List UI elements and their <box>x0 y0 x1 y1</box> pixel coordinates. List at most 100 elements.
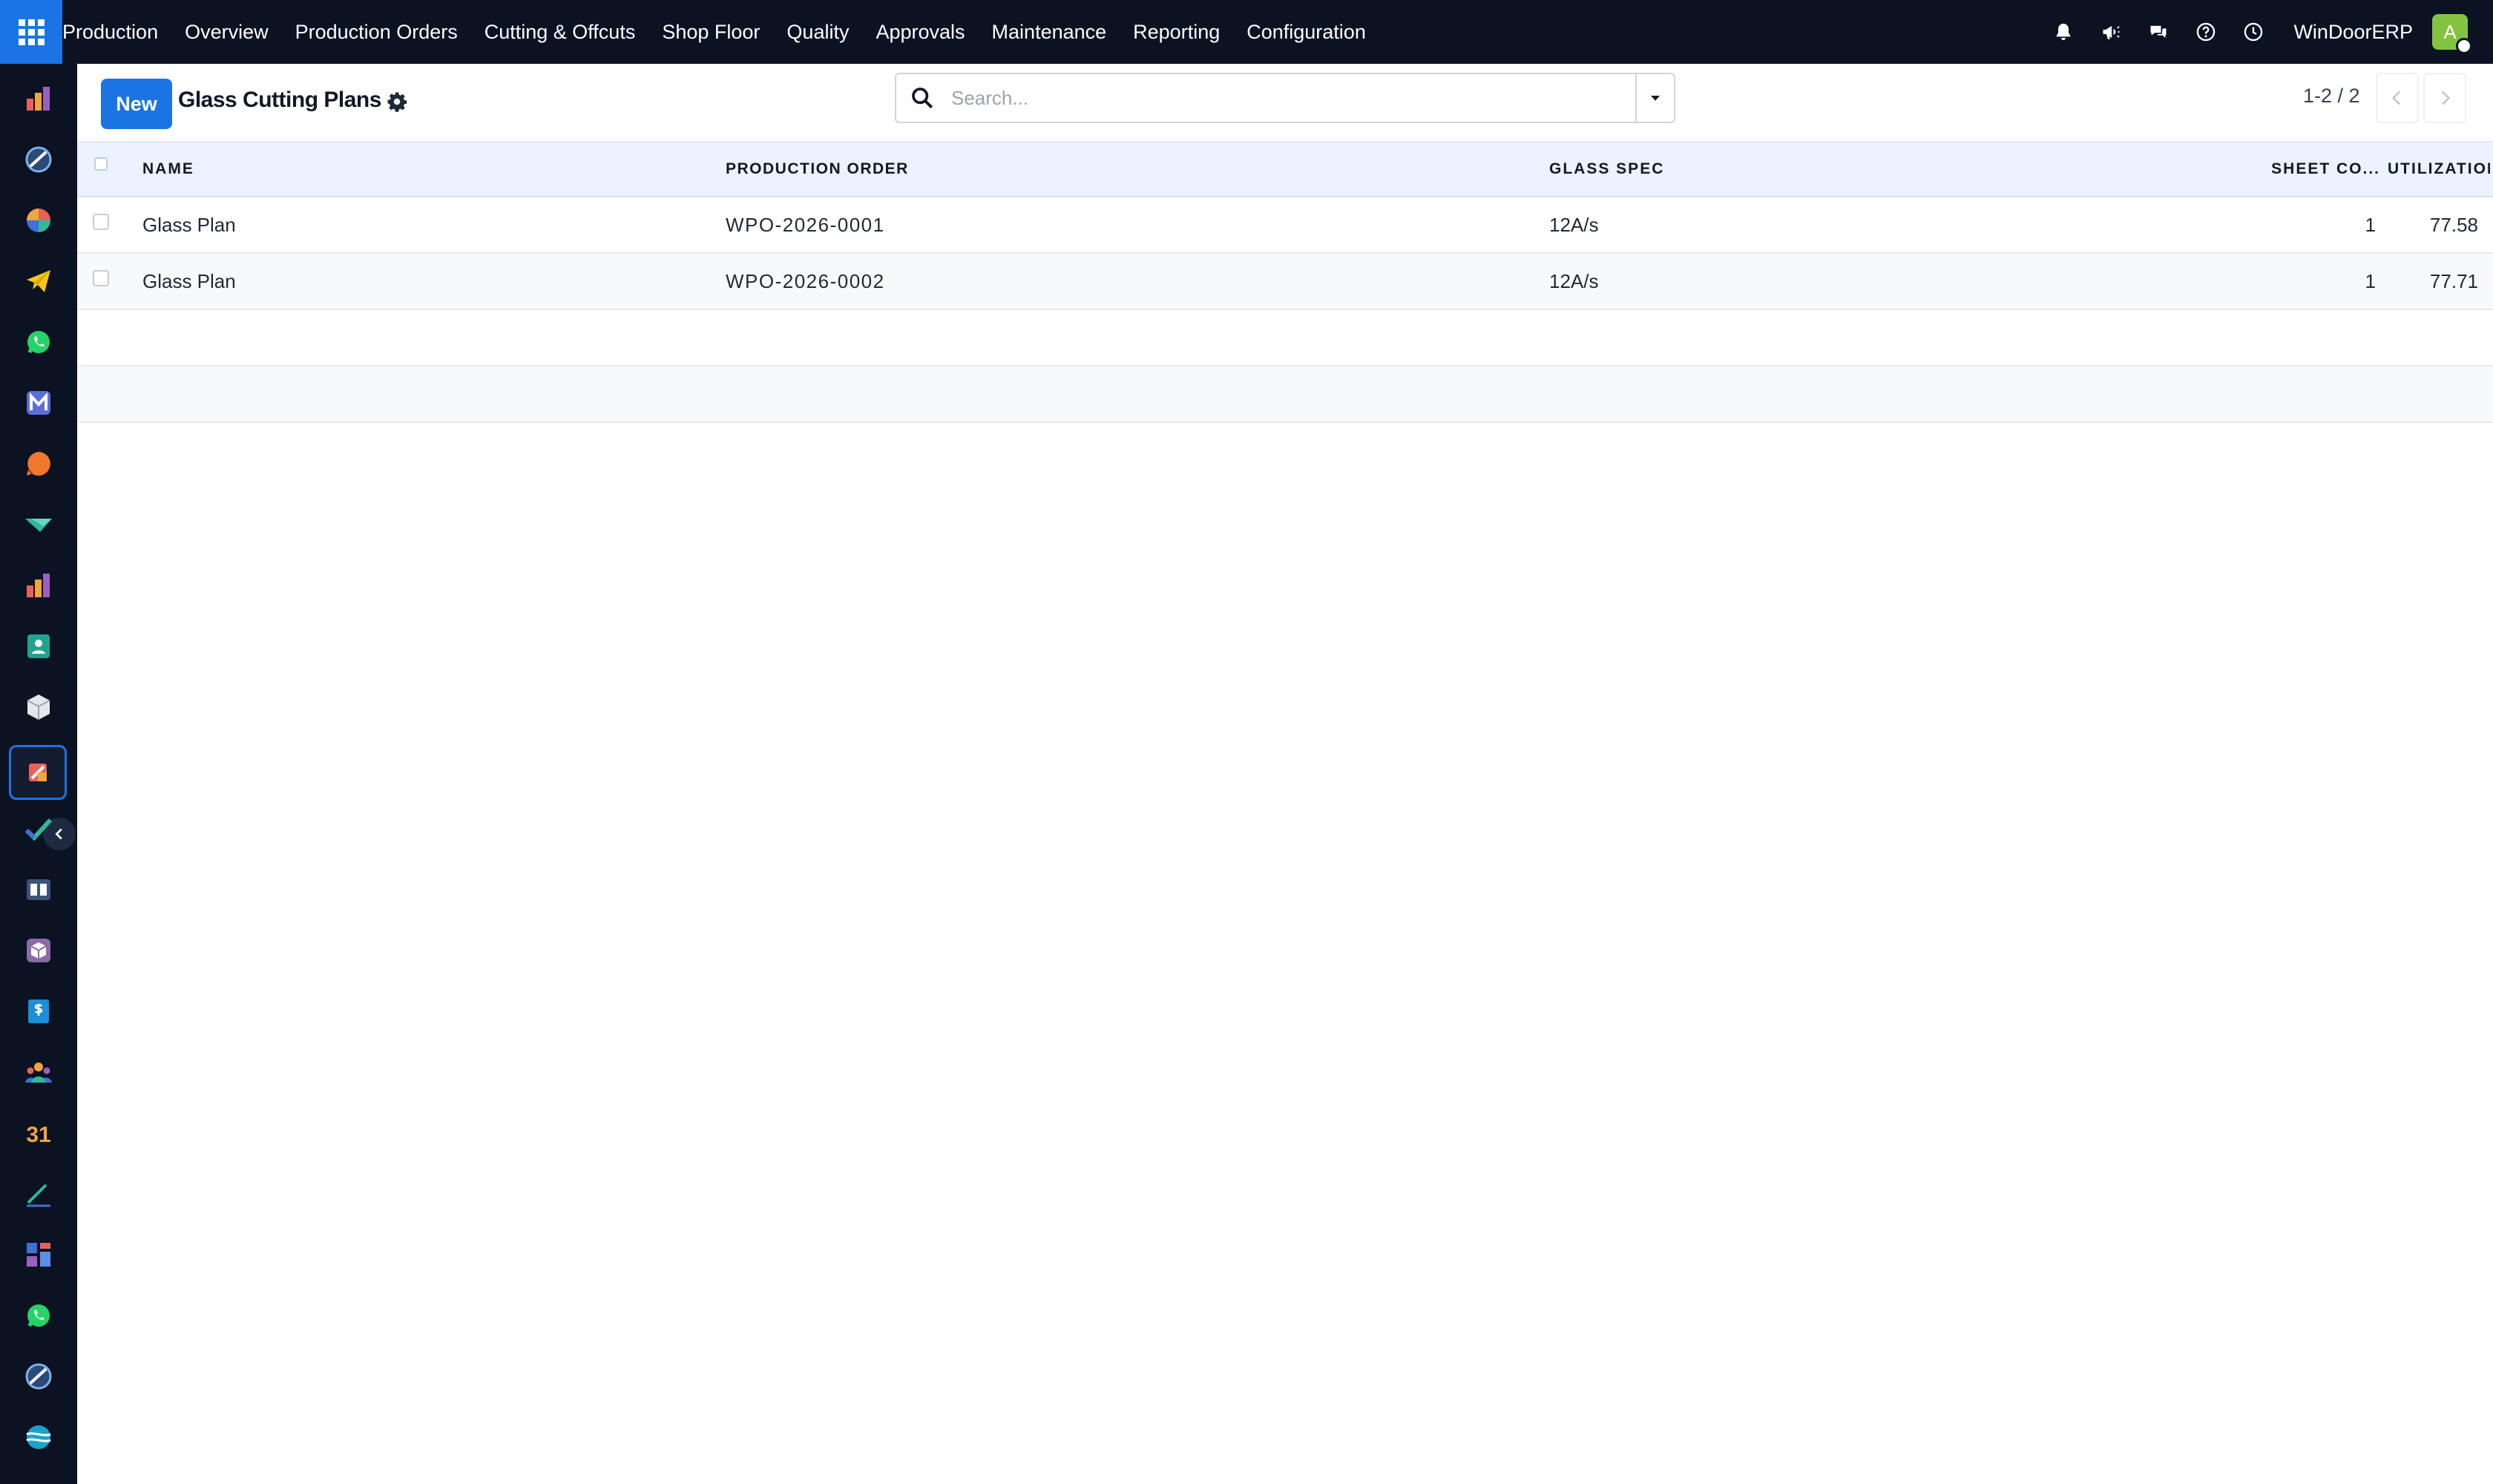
bell-icon[interactable] <box>2052 20 2075 44</box>
cell-utilization[interactable]: 77.71 <box>2385 254 2478 309</box>
clock-icon[interactable] <box>2241 20 2265 44</box>
cell-name[interactable]: Glass Plan <box>142 254 706 309</box>
cell-name[interactable]: Glass Plan <box>142 197 706 252</box>
chat-icon[interactable] <box>2147 20 2170 44</box>
sidebar-app-employees[interactable] <box>21 1054 56 1090</box>
invoicing-app-icon <box>28 999 49 1023</box>
menu-reporting[interactable]: Reporting <box>1133 21 1220 44</box>
sidebar-app-invoicing[interactable] <box>21 994 56 1029</box>
main-menu: Production Overview Production Orders Cu… <box>62 0 1393 64</box>
sidebar-app-telegram[interactable] <box>21 263 56 299</box>
sidebar-app-whatsapp-2[interactable] <box>21 1298 56 1333</box>
app-menu-button[interactable] <box>0 0 62 64</box>
sidebar-app-dashboard[interactable] <box>21 203 56 238</box>
mail-app-icon <box>27 391 50 415</box>
top-navbar: Production Overview Production Orders Cu… <box>0 0 2493 64</box>
search-bar <box>895 73 1675 123</box>
pager-previous-button[interactable] <box>2376 73 2419 123</box>
sidebar-app-board[interactable] <box>21 1237 56 1273</box>
pager-value[interactable]: 1-2 / 2 <box>2303 85 2360 108</box>
quality-app-icon <box>24 818 53 841</box>
systray: WinDoorERP A <box>2040 0 2493 64</box>
empty-row <box>77 310 2493 367</box>
megaphone-icon[interactable] <box>2099 20 2123 44</box>
sidebar-app-discuss-2[interactable] <box>21 1359 56 1394</box>
package-app-icon <box>27 939 50 962</box>
sidebar-app-contacts[interactable] <box>21 628 56 664</box>
sidebar-app-product[interactable] <box>21 689 56 725</box>
discuss-app-icon <box>25 1363 52 1390</box>
list-table: NAME PRODUCTION ORDER GLASS SPEC SHEET C… <box>77 142 2493 423</box>
cell-production-order[interactable]: WPO-2026-0001 <box>726 197 1542 252</box>
sidebar-app-quality[interactable] <box>21 811 56 847</box>
gear-icon[interactable] <box>386 91 408 113</box>
cell-sheet-count[interactable]: 1 <box>2125 254 2376 309</box>
row-checkbox[interactable] <box>93 214 109 230</box>
menu-quality[interactable]: Quality <box>786 21 849 44</box>
dashboard-app-icon <box>27 209 50 232</box>
whatsapp-app-icon <box>27 1304 50 1327</box>
empty-row <box>77 367 2493 423</box>
sidebar-app-discuss[interactable] <box>21 142 56 177</box>
menu-overview[interactable]: Overview <box>185 21 269 44</box>
table-row[interactable]: Glass Plan WPO-2026-0001 12A/s 1 77.58 <box>77 197 2493 254</box>
help-icon[interactable] <box>2194 20 2218 44</box>
sidebar-app-production[interactable] <box>9 745 67 800</box>
pager-next-button[interactable] <box>2423 73 2466 123</box>
cell-production-order[interactable]: WPO-2026-0002 <box>726 254 1542 309</box>
sidebar-app-knowledge[interactable] <box>21 872 56 907</box>
telegram-app-icon <box>27 270 50 292</box>
column-header-utilization[interactable]: UTILIZATION (... <box>2388 142 2490 196</box>
sales-app-icon <box>27 574 50 597</box>
search-options-toggle[interactable] <box>1635 74 1674 122</box>
contacts-app-icon <box>27 634 50 658</box>
menu-shop-floor[interactable]: Shop Floor <box>662 21 760 44</box>
app-sidebar: 31 <box>0 64 77 1484</box>
column-header-production-order[interactable]: PRODUCTION ORDER <box>726 142 1542 196</box>
sidebar-app-livechat[interactable] <box>21 446 56 482</box>
sidebar-app-calendar[interactable]: 31 <box>21 1115 56 1151</box>
sidebar-app-whatsapp[interactable] <box>21 324 56 360</box>
menu-maintenance[interactable]: Maintenance <box>992 21 1107 44</box>
row-checkbox[interactable] <box>93 270 109 286</box>
chevron-right-icon <box>2441 91 2450 105</box>
menu-configuration[interactable]: Configuration <box>1246 21 1366 44</box>
table-row[interactable]: Glass Plan WPO-2026-0002 12A/s 1 77.71 <box>77 254 2493 310</box>
avatar-initial: A <box>2443 20 2457 43</box>
website-app-icon <box>26 1425 51 1449</box>
menu-brand-production[interactable]: Production <box>62 21 158 44</box>
sidebar-app-sales[interactable] <box>21 568 56 603</box>
marketing-app-icon <box>25 519 52 532</box>
cell-glass-spec[interactable]: 12A/s <box>1549 197 2069 252</box>
sidebar-app-website[interactable] <box>21 1419 56 1455</box>
page-title[interactable]: Glass Cutting Plans <box>178 88 381 113</box>
cell-glass-spec[interactable]: 12A/s <box>1549 254 2069 309</box>
company-switcher[interactable]: WinDoorERP <box>2293 21 2413 44</box>
user-avatar[interactable]: A <box>2432 14 2472 54</box>
sidebar-app-sign[interactable] <box>21 1176 56 1212</box>
sidebar-app-marketing[interactable] <box>21 507 56 542</box>
column-header-name[interactable]: NAME <box>142 142 706 196</box>
chevron-left-icon <box>2392 91 2401 105</box>
sidebar-app-package[interactable] <box>21 933 56 968</box>
calendar-app-icon: 31 <box>26 1123 50 1147</box>
search-input[interactable] <box>951 76 1635 120</box>
menu-production-orders[interactable]: Production Orders <box>295 21 458 44</box>
inventory-app-icon <box>27 87 50 111</box>
select-all-checkbox[interactable] <box>94 157 108 171</box>
control-panel: New Glass Cutting Plans 1-2 / 2 <box>77 64 2493 142</box>
cell-utilization[interactable]: 77.58 <box>2385 197 2478 252</box>
search-icon[interactable] <box>910 85 935 111</box>
sidebar-app-inventory[interactable] <box>21 81 56 116</box>
employees-app-icon <box>25 1063 52 1083</box>
new-button[interactable]: New <box>101 79 172 129</box>
discuss-app-icon <box>25 146 52 173</box>
sidebar-app-mail[interactable] <box>21 385 56 421</box>
select-all-cell <box>88 142 114 196</box>
caret-down-icon <box>1651 96 1660 101</box>
column-header-sheet-count[interactable]: SHEET CO... <box>2184 142 2380 196</box>
cell-sheet-count[interactable]: 1 <box>2125 197 2376 252</box>
menu-cutting-offcuts[interactable]: Cutting & Offcuts <box>485 21 636 44</box>
menu-approvals[interactable]: Approvals <box>876 21 965 44</box>
column-header-glass-spec[interactable]: GLASS SPEC <box>1549 142 2069 196</box>
